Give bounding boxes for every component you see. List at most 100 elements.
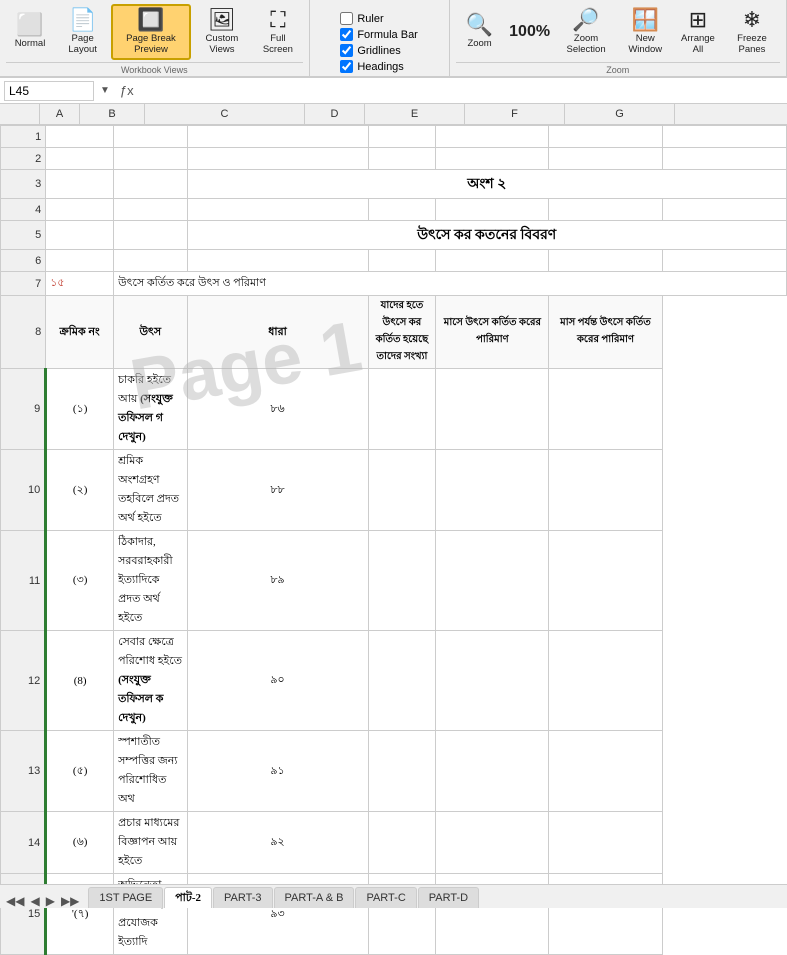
ruler-check[interactable]: Ruler [340, 12, 418, 25]
cell-4f[interactable] [549, 199, 662, 221]
cell-1c[interactable] [187, 126, 368, 148]
cell-12e[interactable] [436, 631, 549, 731]
headings-checkbox[interactable] [340, 60, 353, 73]
cell-11b[interactable]: ঠিকাদার, সরবরাহকারী ইত্যাদিকে প্রদত অর্থ… [114, 531, 188, 631]
cell-8b[interactable]: উৎস [114, 296, 188, 369]
cell-1e[interactable] [436, 126, 549, 148]
cell-14c[interactable]: ৯২ [187, 812, 368, 874]
cell-7b-span[interactable]: উৎসে কর্তিত করে উৎস ও পরিমাণ [114, 272, 787, 296]
formula-input[interactable] [144, 81, 783, 101]
cell-8c[interactable]: ধারা [187, 296, 368, 369]
cell-6f[interactable] [549, 250, 662, 272]
cell-4g[interactable] [662, 199, 786, 221]
cell-2a[interactable] [46, 148, 114, 170]
cell-6e[interactable] [436, 250, 549, 272]
custom-views-button[interactable]: 🖼 Custom Views [193, 4, 252, 60]
cell-2d[interactable] [368, 148, 436, 170]
cell-5c-span[interactable]: উৎসে কর কতনের বিবরণ [187, 221, 786, 250]
cell-5b[interactable] [114, 221, 188, 250]
cell-4c[interactable] [187, 199, 368, 221]
cell-7a[interactable]: ১৫ [46, 272, 114, 296]
cell-12c[interactable]: ৯০ [187, 631, 368, 731]
cell-9e[interactable] [436, 369, 549, 450]
cell-1a[interactable] [46, 126, 114, 148]
cell-14a[interactable]: (৬) [46, 812, 114, 874]
cell-13d[interactable] [368, 731, 436, 812]
cell-10a[interactable]: (২) [46, 450, 114, 531]
cell-2c[interactable] [187, 148, 368, 170]
freeze-panes-button[interactable]: ❄ Freeze Panes [724, 4, 780, 60]
tab-first-button[interactable]: ◀◀ [4, 894, 26, 908]
cell-8a[interactable]: ক্রমিক নং [46, 296, 114, 369]
cell-11a[interactable]: (৩) [46, 531, 114, 631]
page-break-preview-button[interactable]: 🔲 Page Break Preview [111, 4, 190, 60]
cell-2g[interactable] [662, 148, 786, 170]
tab-last-button[interactable]: ▶▶ [59, 894, 81, 908]
name-box[interactable]: L45 [4, 81, 94, 101]
cell-1g[interactable] [662, 126, 786, 148]
cell-12f[interactable] [549, 631, 662, 731]
new-window-button[interactable]: 🪟 New Window [619, 4, 672, 60]
tab-prev-button[interactable]: ◀ [28, 894, 41, 908]
cell-6d[interactable] [368, 250, 436, 272]
cell-9a[interactable]: (১) [46, 369, 114, 450]
cell-9c[interactable]: ৮৬ [187, 369, 368, 450]
cell-4b[interactable] [114, 199, 188, 221]
cell-6b[interactable] [114, 250, 188, 272]
cell-10e[interactable] [436, 450, 549, 531]
cell-6g[interactable] [662, 250, 786, 272]
cell-14f[interactable] [549, 812, 662, 874]
ruler-checkbox[interactable] [340, 12, 353, 25]
name-box-dropdown[interactable]: ▼ [100, 85, 110, 96]
cell-8e[interactable]: মাসে উৎসে কর্তিত করের পারিমাণ [436, 296, 549, 369]
cell-4a[interactable] [46, 199, 114, 221]
cell-3c-span[interactable]: অংশ ২ [187, 170, 786, 199]
cell-1f[interactable] [549, 126, 662, 148]
page-layout-button[interactable]: 📄 Page Layout [56, 4, 109, 60]
headings-check[interactable]: Headings [340, 60, 418, 73]
cell-2e[interactable] [436, 148, 549, 170]
cell-13b[interactable]: স্পশাতীত সম্পত্তির জন্য পরিশোধিত অথ [114, 731, 188, 812]
tab-part-c[interactable]: PART-C [355, 887, 416, 908]
cell-14e[interactable] [436, 812, 549, 874]
cell-4d[interactable] [368, 199, 436, 221]
full-screen-button[interactable]: ⛶ Full Screen [253, 4, 302, 60]
cell-4e[interactable] [436, 199, 549, 221]
cell-1d[interactable] [368, 126, 436, 148]
cell-13e[interactable] [436, 731, 549, 812]
cell-8f[interactable]: মাস পর্যন্ত উৎসে কর্তিত করের পারিমাণ [549, 296, 662, 369]
cell-6c[interactable] [187, 250, 368, 272]
tab-next-button[interactable]: ▶ [44, 894, 57, 908]
cell-1b[interactable] [114, 126, 188, 148]
cell-9f[interactable] [549, 369, 662, 450]
cell-13c[interactable]: ৯১ [187, 731, 368, 812]
cell-12b[interactable]: সেবার ক্ষেত্রে পরিশোধ হইতে (সংযুক্ত তফিস… [114, 631, 188, 731]
cell-9d[interactable] [368, 369, 436, 450]
cell-14d[interactable] [368, 812, 436, 874]
cell-3a[interactable] [46, 170, 114, 199]
cell-14b[interactable]: প্রচার মাধ্যমের বিজ্ঞাপন আয় হইতে [114, 812, 188, 874]
cell-10d[interactable] [368, 450, 436, 531]
zoom-percent-button[interactable]: 100% [506, 4, 554, 60]
gridlines-check[interactable]: Gridlines [340, 44, 418, 57]
tab-part-d[interactable]: PART-D [418, 887, 479, 908]
cell-13f[interactable] [549, 731, 662, 812]
tab-part-2[interactable]: পাট-2 [164, 887, 212, 908]
cell-9b[interactable]: চাকরি হইতে আয় (সংযুক্ত তফিসল গ দেখুন) [114, 369, 188, 450]
cell-6a[interactable] [46, 250, 114, 272]
cell-2f[interactable] [549, 148, 662, 170]
cell-11e[interactable] [436, 531, 549, 631]
normal-button[interactable]: ⬜ Normal [6, 4, 54, 60]
cell-2b[interactable] [114, 148, 188, 170]
cell-10c[interactable]: ৮৮ [187, 450, 368, 531]
zoom-button[interactable]: 🔍 Zoom [456, 4, 504, 60]
cell-8d[interactable]: যাদের হতে উৎসে কর কর্তিত হয়েছে তাদের সং… [368, 296, 436, 369]
gridlines-checkbox[interactable] [340, 44, 353, 57]
formula-bar-checkbox[interactable] [340, 28, 353, 41]
cell-11f[interactable] [549, 531, 662, 631]
cell-12d[interactable] [368, 631, 436, 731]
cell-11c[interactable]: ৮৯ [187, 531, 368, 631]
arrange-all-button[interactable]: ⊞ Arrange All [674, 4, 722, 60]
cell-3b[interactable] [114, 170, 188, 199]
tab-part-3[interactable]: PART-3 [213, 887, 273, 908]
